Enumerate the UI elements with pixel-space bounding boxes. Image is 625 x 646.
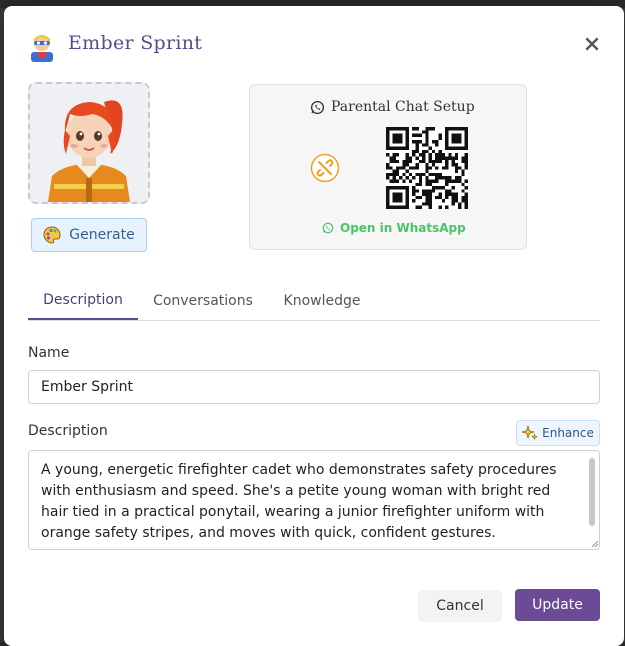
chat-setup-title-text: Parental Chat Setup: [331, 99, 475, 115]
enhance-label: Enhance: [542, 426, 594, 440]
open-whatsapp-label: Open in WhatsApp: [340, 221, 466, 235]
palette-icon: [43, 226, 61, 244]
update-button[interactable]: Update: [515, 589, 600, 621]
tab-description[interactable]: Description: [28, 282, 138, 320]
tab-bar: Description Conversations Knowledge: [28, 282, 600, 321]
description-label: Description: [28, 423, 108, 439]
close-icon: [585, 37, 599, 51]
edit-character-modal: Ember Sprint Generate Parental Chat Setu…: [4, 6, 624, 646]
character-portrait[interactable]: [28, 82, 150, 204]
parental-chat-card: Parental Chat Setup Open in WhatsApp: [249, 84, 527, 250]
sparkles-icon: [522, 425, 539, 441]
whatsapp-icon: [322, 222, 334, 234]
close-button[interactable]: [580, 32, 604, 56]
description-textarea[interactable]: A young, energetic firefighter cadet who…: [28, 450, 600, 550]
tab-conversations[interactable]: Conversations: [148, 282, 258, 320]
unlink-button[interactable]: [310, 153, 340, 183]
open-whatsapp-link[interactable]: Open in WhatsApp: [322, 221, 466, 235]
chat-setup-title: Parental Chat Setup: [310, 99, 475, 115]
enhance-button[interactable]: Enhance: [516, 420, 600, 446]
unlink-icon: [310, 153, 340, 183]
superhero-icon: [26, 30, 58, 62]
whatsapp-icon: [310, 100, 325, 114]
cancel-button[interactable]: Cancel: [418, 590, 502, 622]
name-input[interactable]: [28, 370, 600, 404]
generate-label: Generate: [69, 227, 135, 243]
modal-title: Ember Sprint: [68, 32, 203, 54]
generate-button[interactable]: Generate: [31, 218, 147, 252]
resize-handle-icon[interactable]: [591, 540, 599, 548]
description-scrollbar[interactable]: [589, 458, 595, 526]
qr-code: [386, 127, 468, 209]
tab-knowledge[interactable]: Knowledge: [274, 282, 370, 320]
name-label: Name: [28, 345, 70, 361]
